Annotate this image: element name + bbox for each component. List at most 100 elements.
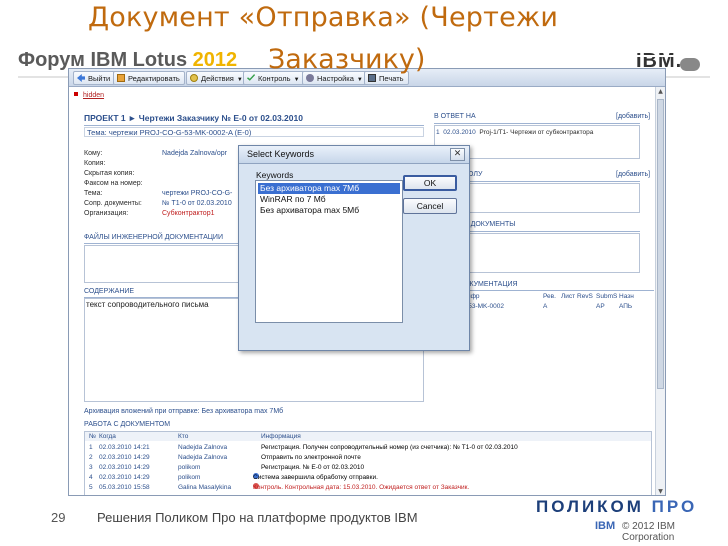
log-user: Nadejda Zalnova	[178, 454, 228, 461]
hidden-marker-icon	[74, 92, 78, 96]
field-label: Скрытая копия:	[84, 170, 135, 177]
field-label: Сопр. документы:	[84, 200, 142, 207]
column-header: Когда	[99, 433, 116, 440]
log-number: 4	[89, 474, 93, 481]
printer-icon	[368, 74, 376, 82]
reply-divider	[434, 123, 640, 124]
field-label: Тема:	[84, 190, 103, 197]
chevron-down-icon: ▼	[356, 77, 363, 83]
add-reply-link[interactable]: [добавить]	[616, 113, 650, 120]
exit-label: Выйти	[88, 74, 111, 83]
column-header: №	[89, 433, 96, 440]
table-cell: A	[543, 303, 548, 310]
polycom-logo: ПОЛИКОМ ПРО	[536, 497, 697, 517]
field-value[interactable]: чертежи PROJ-CO-G-	[162, 189, 232, 198]
work-log-header: № Когда Кто Информация	[85, 432, 651, 441]
log-time: 05.03.2010 15:58	[99, 484, 150, 491]
related-doc-link[interactable]: № Т1-0 от 02.03.2010	[162, 199, 232, 208]
table-row[interactable]: G-53-MK-0002 A AP АПЬ	[461, 303, 661, 312]
files-section-heading: ФАЙЛЫ ИНЖЕНЕРНОЙ ДОКУМЕНТАЦИИ	[84, 234, 223, 241]
table-row[interactable]: 1 02.03.2010 14:21 Nadejda Zalnova Регис…	[85, 443, 651, 452]
edit-button[interactable]: Редактировать	[113, 71, 185, 85]
chevron-down-icon: ▼	[293, 77, 300, 83]
chevron-down-icon: ▼	[236, 77, 243, 83]
log-info: Отправить по электронной почте	[261, 454, 361, 461]
keywords-list[interactable]: Без архиватора max 7Мб WinRAR по 7 Мб Бе…	[255, 180, 403, 323]
column-header: Кто	[178, 433, 189, 440]
log-number: 1	[89, 444, 93, 451]
log-number: 3	[89, 464, 93, 471]
exit-button[interactable]: Выйти	[73, 71, 116, 85]
dialog-title: Select Keywords	[247, 149, 315, 159]
slide-title-continued: Заказчику)	[268, 44, 426, 75]
documentation-table-header: Шифр Рев. Лист RevS SubmS Назн	[461, 293, 661, 302]
keyword-option-selected[interactable]: Без архиватора max 7Мб	[258, 183, 400, 194]
log-time: 02.03.2010 14:29	[99, 464, 150, 471]
reply-text: Proj-1/T1- Чертежи от субконтрактора	[479, 129, 594, 136]
column-header: Назн	[619, 293, 634, 300]
ibm-mini-logo: IBM	[595, 520, 616, 532]
reply-date: 02.03.2010	[443, 129, 476, 136]
work-log-heading: РАБОТА С ДОКУМЕНТОМ	[84, 421, 171, 428]
column-header: Информация	[261, 433, 301, 440]
gear-icon	[306, 74, 314, 82]
project-title: ПРОЕКТ 1 ► Чертежи Заказчику № Е-0 от 02…	[84, 113, 303, 123]
actions-menu-button[interactable]: Действия ▼	[186, 71, 248, 85]
log-info: Регистрация. № Е-0 от 02.03.2010	[261, 464, 365, 471]
log-number: 2	[89, 454, 93, 461]
log-info: Контроль. Контрольная дата: 15.03.2010. …	[253, 484, 470, 491]
actions-icon	[190, 74, 198, 82]
pencil-icon	[117, 74, 125, 82]
polycom-logo-accent: ПРО	[651, 497, 698, 516]
close-icon[interactable]: ✕	[450, 148, 465, 161]
log-info: Система завершила обработку отправки.	[253, 474, 378, 481]
column-header: Рев.	[543, 293, 556, 300]
content-section-heading: СОДЕРЖАНИЕ	[84, 288, 135, 295]
table-row[interactable]: 5 05.03.2010 15:58 Galina Masalykina Кон…	[85, 483, 651, 492]
scroll-down-icon[interactable]: ▼	[656, 487, 665, 495]
ok-button[interactable]: OK	[403, 175, 457, 191]
log-user: Galina Masalykina	[178, 484, 232, 491]
field-value[interactable]: Nadejda Zalnova/opr	[162, 149, 227, 158]
table-row[interactable]: 2 02.03.2010 14:29 Nadejda Zalnova Отпра…	[85, 453, 651, 462]
keyword-option[interactable]: Без архиватора max 5Мб	[258, 205, 400, 216]
log-info: Регистрация. Получен сопроводительный но…	[261, 444, 518, 451]
add-kolu-link[interactable]: [добавить]	[616, 171, 650, 178]
dialog-titlebar[interactable]: Select Keywords ✕	[239, 146, 469, 164]
field-label: Факсом на номер:	[84, 180, 143, 187]
actions-label: Действия	[201, 74, 234, 83]
scroll-up-icon[interactable]: ▲	[656, 87, 665, 97]
checkmark-icon	[247, 74, 255, 81]
exit-icon	[77, 74, 85, 82]
work-log-table: № Когда Кто Информация 1 02.03.2010 14:2…	[84, 431, 652, 495]
log-user: Nadejda Zalnova	[178, 444, 228, 451]
reply-to-heading: В ОТВЕТ НА	[434, 113, 476, 120]
hidden-link[interactable]: hidden	[83, 92, 104, 99]
field-label: Копия:	[84, 160, 106, 167]
vertical-scrollbar[interactable]: ▲ ▼	[655, 87, 665, 495]
log-time: 02.03.2010 14:21	[99, 444, 150, 451]
title-divider	[84, 125, 424, 126]
settings-label: Настройка	[317, 74, 354, 83]
edit-label: Редактировать	[128, 74, 180, 83]
log-time: 02.03.2010 14:29	[99, 474, 150, 481]
copyright: © 2012 IBM Corporation	[622, 521, 675, 543]
column-header: RevS	[577, 293, 593, 300]
log-user: polikom	[178, 474, 201, 481]
keyword-option[interactable]: WinRAR по 7 Мб	[258, 194, 400, 205]
keywords-label: Keywords	[256, 170, 294, 180]
reply-row[interactable]: 1 02.03.2010 Proj-1/T1- Чертежи от субко…	[436, 129, 593, 136]
scrollbar-thumb[interactable]	[657, 99, 664, 389]
organization-link[interactable]: Субконтрактор1	[162, 209, 214, 218]
related-docs-heading: Е ДОКУМЕНТЫ	[464, 221, 516, 228]
slide-title: Документ «Отправка» (Чертежи	[88, 2, 559, 33]
ibm-logo-mark	[680, 58, 700, 71]
archive-setting[interactable]: Архивация вложений при отправке: Без арх…	[84, 408, 283, 415]
column-header: Лист	[561, 293, 576, 300]
table-row[interactable]: 3 02.03.2010 14:29 polikom Регистрация. …	[85, 463, 651, 472]
cancel-button[interactable]: Cancel	[403, 198, 457, 214]
table-row[interactable]: 4 02.03.2010 14:29 polikom Система завер…	[85, 473, 651, 482]
select-keywords-dialog: Select Keywords ✕ Keywords Без архиватор…	[238, 145, 470, 351]
footer-text: Решения Поликом Про на платформе продукт…	[97, 510, 418, 525]
table-cell: AP	[596, 303, 605, 310]
